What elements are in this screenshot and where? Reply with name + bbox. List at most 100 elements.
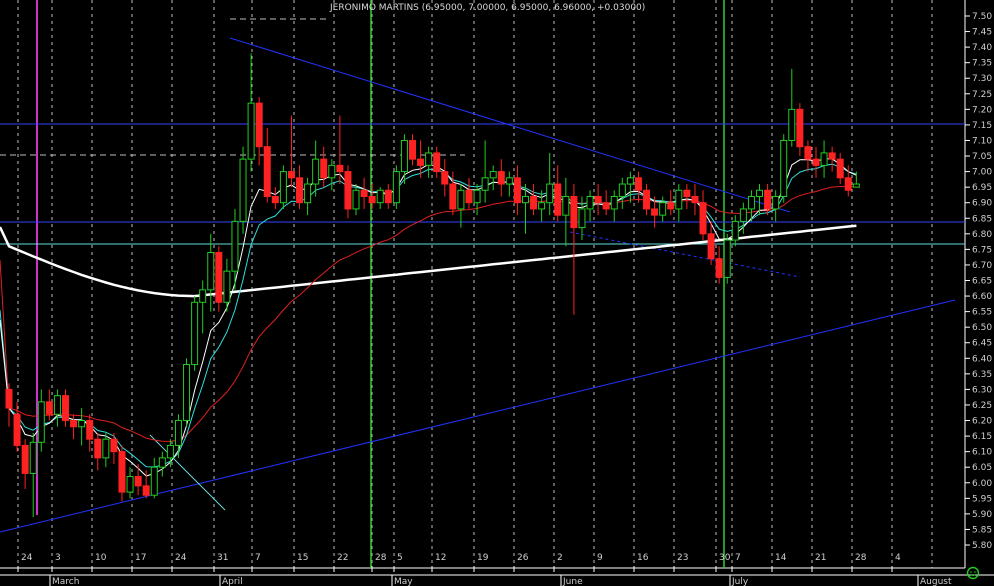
month-label: April [222, 577, 243, 586]
candle-body [118, 451, 126, 493]
candle-body [643, 189, 651, 210]
candle-body [667, 202, 675, 210]
candle-body [497, 171, 505, 185]
candle-body [320, 158, 328, 179]
candle-body [215, 251, 223, 303]
x-day-label: 21 [815, 553, 826, 563]
x-day-label: 31 [217, 553, 228, 563]
y-tick-label: 7.00 [972, 168, 992, 178]
chart-canvas: 7.50 7.45 7.40 7.35 7.30 7.25 7.20 7.15 7.10 7.05… [0, 0, 994, 586]
y-tick-label: 7.30 [972, 74, 992, 84]
candle-body [772, 195, 780, 210]
candle-body [747, 195, 755, 210]
candle-body [279, 171, 287, 204]
x-day-label: 26 [517, 553, 529, 563]
candle-body [94, 438, 102, 459]
candle-body [376, 189, 384, 204]
candle-body [651, 208, 659, 216]
ema-slow-line [0, 163, 857, 468]
stock-chart: 7.50 7.45 7.40 7.35 7.30 7.25 7.20 7.15 7.10 7.05… [0, 0, 994, 586]
candle-body [304, 183, 312, 204]
candle-body [562, 195, 570, 216]
x-day-label: 28 [375, 553, 387, 563]
candle-body [409, 139, 416, 160]
candle-body [29, 441, 37, 474]
y-tick-label: 6.35 [972, 370, 992, 380]
y-tick-label: 5.95 [972, 494, 992, 504]
candle-body [45, 401, 53, 415]
candle-body [699, 202, 707, 235]
candle-body [473, 189, 481, 204]
candle-body [538, 202, 546, 210]
x-day-label: 7 [255, 553, 261, 563]
candle-body [780, 139, 788, 197]
candle-body [723, 239, 731, 278]
month-label: July [731, 577, 749, 586]
y-tick-label: 6.95 [972, 183, 992, 193]
y-tick-label: 6.70 [972, 261, 992, 271]
candle-body [199, 289, 207, 303]
candle-body [804, 146, 812, 160]
candle-body [836, 158, 844, 179]
candle-body [166, 444, 174, 459]
month-label: August [920, 577, 952, 586]
x-day-label: 3 [55, 553, 61, 563]
candle-body [70, 420, 78, 428]
candle-body [271, 195, 279, 204]
candle-body [683, 189, 691, 197]
y-tick-label: 7.50 [972, 12, 992, 22]
candle-body [675, 189, 683, 210]
x-day-label: 30 [719, 553, 731, 563]
y-tick-label: 7.15 [972, 121, 992, 131]
candle-body [296, 177, 304, 204]
x-day-label: 12 [435, 553, 446, 563]
smiley-icon[interactable] [966, 566, 980, 580]
ma-medium-line [0, 185, 857, 442]
x-day-label: 22 [337, 553, 348, 563]
x-day-label: 23 [677, 553, 688, 563]
x-day-label: 17 [135, 553, 146, 563]
candle-body [505, 177, 513, 185]
y-tick-label: 5.80 [972, 541, 992, 551]
candle-body [570, 195, 578, 229]
y-tick-label: 7.40 [972, 43, 992, 53]
y-tick-label: 6.10 [972, 448, 992, 458]
candle-body [788, 108, 796, 141]
y-tick-label: 6.20 [972, 417, 992, 427]
candle-body [731, 220, 739, 241]
candle-body [360, 189, 368, 197]
candle-body [441, 171, 449, 185]
candle-body [739, 208, 747, 222]
candle-body [812, 158, 820, 166]
y-tick-label: 7.35 [972, 59, 992, 69]
candle-body [13, 413, 21, 446]
x-day-label: 28 [855, 553, 867, 563]
y-tick-label: 6.75 [972, 245, 992, 255]
candle-body [481, 177, 489, 191]
candle-body [102, 438, 110, 459]
candle-body [21, 444, 29, 474]
x-day-label: 9 [597, 553, 603, 563]
candle-body [489, 171, 497, 179]
x-day-label: 15 [297, 553, 308, 563]
y-tick-label: 7.45 [972, 28, 992, 38]
candle-body [352, 189, 360, 210]
x-day-label: 4 [895, 553, 901, 563]
y-tick-label: 6.90 [972, 199, 992, 209]
candle-body [465, 189, 473, 204]
candle-body [586, 195, 594, 210]
y-tick-label: 6.40 [972, 354, 992, 364]
candle-body [594, 195, 602, 204]
candle-body [844, 177, 852, 191]
candle-body [828, 152, 836, 160]
candle-body [344, 171, 352, 210]
chart-title: JERONIMO MARTINS (6.95000, 7.00000, 6.95… [329, 3, 645, 13]
candle-body [764, 189, 772, 210]
candle-body [554, 183, 562, 216]
candle-body [602, 202, 610, 210]
candle-body [392, 171, 400, 204]
candle-body [255, 102, 263, 148]
candle-body [183, 364, 191, 422]
x-day-label: 16 [637, 553, 649, 563]
candle-body [530, 195, 538, 210]
